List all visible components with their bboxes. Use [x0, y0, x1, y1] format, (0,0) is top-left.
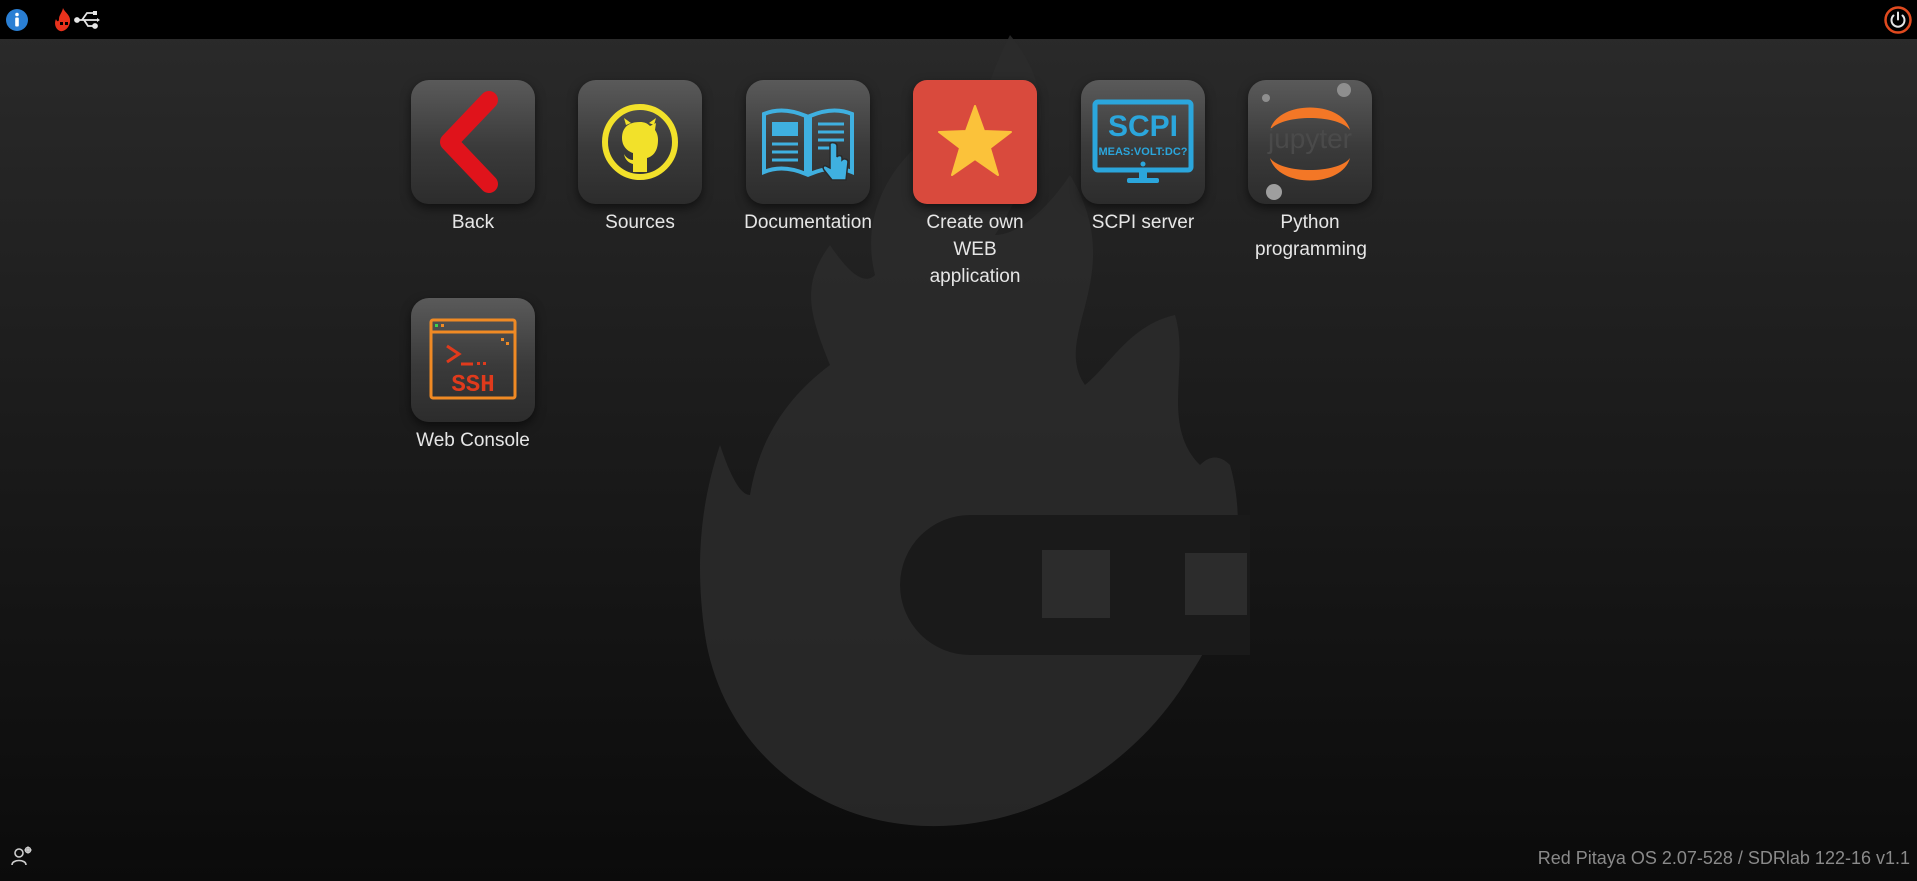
version-info: Red Pitaya OS 2.07-528 / SDRlab 122-16 v…	[1537, 848, 1910, 868]
app-back[interactable]: Back	[403, 80, 543, 236]
documentation-book-icon	[746, 80, 870, 204]
app-sources[interactable]: Sources	[570, 80, 710, 236]
info-icon[interactable]	[5, 8, 29, 37]
app-create-web-application[interactable]: Create own WEB application	[905, 80, 1045, 290]
app-label: SCPI server	[1091, 212, 1195, 233]
app-label: Sources	[605, 212, 675, 233]
app-label: Web Console	[416, 430, 530, 451]
app-documentation[interactable]: Documentation	[738, 80, 878, 236]
star-icon	[913, 80, 1037, 204]
user-settings-icon[interactable]	[11, 846, 33, 871]
app-label: Create own WEB application	[926, 212, 1024, 287]
app-label: Documentation	[744, 212, 872, 233]
back-arrow-icon	[411, 80, 535, 204]
app-python-programming[interactable]: jupyter Python programming	[1240, 80, 1380, 263]
top-bar	[0, 0, 1917, 40]
svg-text:SCPI: SCPI	[1108, 110, 1178, 143]
svg-text:SSH: SSH	[451, 372, 494, 399]
scpi-monitor-icon: SCPI MEAS:VOLT:DC?	[1081, 80, 1205, 204]
github-icon	[578, 80, 702, 204]
red-pitaya-logo-icon[interactable]	[51, 7, 75, 38]
usb-connection-icon[interactable]	[74, 8, 100, 37]
svg-text:MEAS:VOLT:DC?: MEAS:VOLT:DC?	[1098, 146, 1187, 158]
power-icon[interactable]	[1884, 6, 1912, 39]
app-label: Python programming	[1255, 212, 1367, 260]
app-scpi-server[interactable]: SCPI MEAS:VOLT:DC? SCPI server	[1073, 80, 1213, 236]
app-web-console[interactable]: SSH Web Console	[403, 298, 543, 454]
ssh-terminal-icon: SSH	[411, 298, 535, 422]
jupyter-icon: jupyter	[1248, 80, 1372, 204]
svg-text:jupyter: jupyter	[1267, 123, 1352, 154]
app-label: Back	[451, 212, 495, 233]
